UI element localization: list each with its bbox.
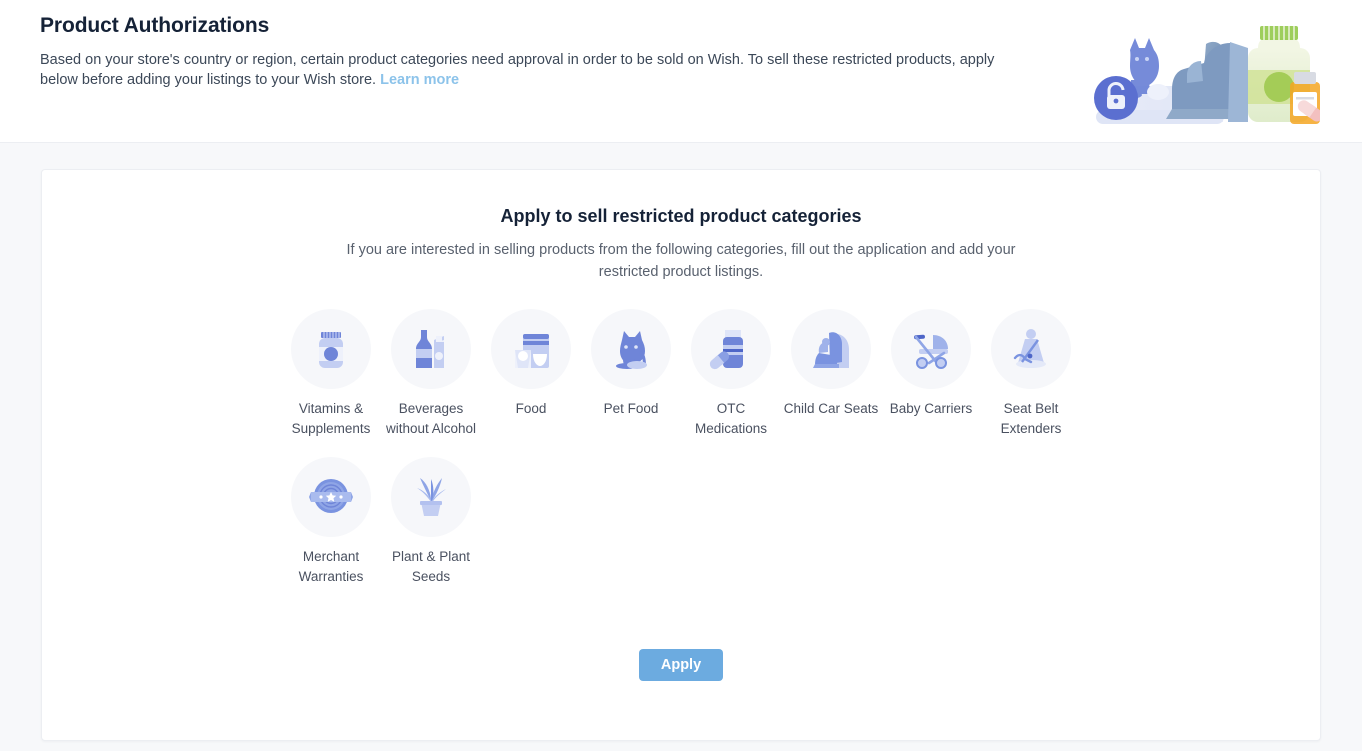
category-label: OTC Medications [694, 401, 768, 436]
category-item-child-car-seats[interactable]: Child Car Seats [781, 309, 881, 439]
page-description-text: Based on your store's country or region,… [40, 52, 995, 88]
category-label: Seat Belt Extenders [1000, 401, 1062, 436]
category-label: Baby Carriers [889, 401, 973, 416]
category-label: Child Car Seats [783, 401, 879, 416]
card-description: If you are interested in selling product… [346, 242, 1016, 280]
category-item-baby-carriers[interactable]: Baby Carriers [881, 309, 981, 439]
food-package-icon [491, 309, 571, 389]
warranty-badge-icon [291, 457, 371, 537]
card-title: Apply to sell restricted product categor… [500, 206, 862, 226]
content-area: Apply to sell restricted product categor… [0, 143, 1362, 751]
page-title: Product Authorizations [40, 14, 270, 37]
restricted-products-illustration [1088, 14, 1323, 130]
page-header: Product Authorizations Based on your sto… [0, 0, 1362, 143]
apply-button-row: Apply [62, 649, 1300, 681]
header-text-block: Product Authorizations Based on your sto… [40, 12, 1040, 90]
medication-bottle-pill-icon [691, 309, 771, 389]
child-car-seat-icon [791, 309, 871, 389]
page-description: Based on your store's country or region,… [40, 50, 1000, 90]
category-item-seat-belt-extenders[interactable]: Seat Belt Extenders [981, 309, 1081, 439]
category-item-plant-plant-seeds[interactable]: Plant & Plant Seeds [381, 457, 481, 587]
beverage-bottle-carton-icon [391, 309, 471, 389]
category-item-vitamins-supplements[interactable]: Vitamins & Supplements [281, 309, 381, 439]
category-label: Beverages without Alcohol [385, 401, 477, 436]
category-label: Merchant Warranties [298, 549, 364, 584]
category-grid: Vitamins & Supplements Beverages without… [281, 309, 1081, 605]
category-label: Vitamins & Supplements [291, 401, 371, 436]
category-item-food[interactable]: Food [481, 309, 581, 439]
category-item-pet-food[interactable]: Pet Food [581, 309, 681, 439]
apply-card: Apply to sell restricted product categor… [41, 169, 1321, 741]
seat-belt-icon [991, 309, 1071, 389]
category-label: Pet Food [603, 401, 659, 416]
learn-more-link[interactable]: Learn more [380, 72, 459, 88]
category-label: Food [515, 401, 547, 416]
supplement-bottle-icon [291, 309, 371, 389]
category-item-otc-medications[interactable]: OTC Medications [681, 309, 781, 439]
potted-plant-icon [391, 457, 471, 537]
category-label: Plant & Plant Seeds [391, 549, 471, 584]
category-item-beverages-without-alcohol[interactable]: Beverages without Alcohol [381, 309, 481, 439]
apply-button[interactable]: Apply [638, 649, 724, 681]
cat-icon [591, 309, 671, 389]
category-item-merchant-warranties[interactable]: Merchant Warranties [281, 457, 381, 587]
stroller-icon [891, 309, 971, 389]
